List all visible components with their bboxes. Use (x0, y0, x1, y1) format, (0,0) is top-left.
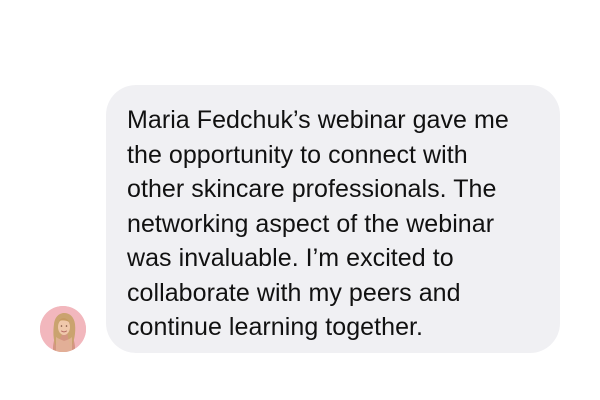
message-text: Maria Fedchuk’s webinar gave me the oppo… (127, 106, 509, 341)
avatar-photo-icon (40, 306, 86, 352)
message-bubble[interactable]: Maria Fedchuk’s webinar gave me the oppo… (106, 85, 560, 353)
message-row: Maria Fedchuk’s webinar gave me the oppo… (0, 0, 600, 400)
sender-avatar[interactable] (40, 306, 86, 352)
